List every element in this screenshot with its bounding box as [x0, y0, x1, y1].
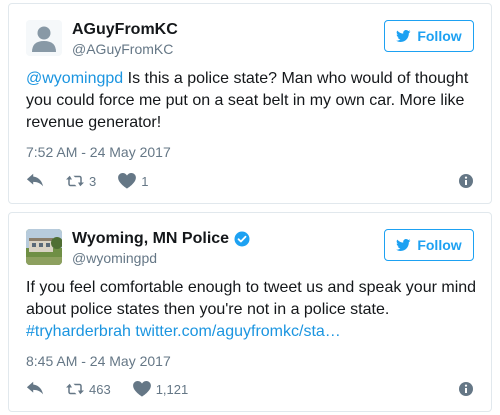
follow-label: Follow — [417, 237, 462, 253]
mention-link[interactable]: @wyomingpd — [26, 70, 123, 87]
follow-button[interactable]: Follow — [384, 229, 474, 261]
tweet-timestamp[interactable]: 7:52 AM - 24 May 2017 — [26, 144, 171, 160]
like-button[interactable]: 1 — [118, 173, 148, 189]
reply-icon — [26, 381, 44, 395]
retweet-button[interactable]: 463 — [66, 381, 111, 397]
tweet-text: @wyomingpd Is this a police state? Man w… — [26, 68, 474, 134]
tweet-card: Wyoming, MN Police @wyomingpd Follow If … — [8, 212, 492, 412]
tweet-card: AGuyFromKC @AGuyFromKC Follow @wyomingpd… — [8, 3, 492, 204]
retweet-button[interactable]: 3 — [66, 173, 96, 189]
retweet-icon — [66, 175, 84, 187]
bird-icon — [396, 30, 411, 42]
heart-icon — [132, 381, 151, 397]
retweet-count: 3 — [89, 173, 97, 189]
tweet-timestamp[interactable]: 8:45 AM - 24 May 2017 — [26, 353, 171, 369]
display-name[interactable]: AGuyFromKC — [72, 21, 178, 39]
heart-icon — [118, 173, 137, 189]
author-name[interactable]: AGuyFromKC — [72, 21, 178, 39]
follow-label: Follow — [417, 28, 462, 44]
retweet-icon — [66, 383, 84, 395]
tweet-actions: 463 1,121 — [26, 380, 474, 398]
default-avatar-icon[interactable] — [26, 20, 62, 56]
tweet-line: revenue generator! — [26, 114, 162, 131]
hashtag-link[interactable]: #tryharderbrah twitter.com/aguyfromkc/st… — [26, 321, 474, 343]
info-icon[interactable] — [458, 173, 474, 189]
info-icon[interactable] — [458, 381, 474, 397]
police-building-avatar[interactable] — [26, 229, 62, 265]
tweet-text: If you feel comfortable enough to tweet … — [26, 277, 477, 343]
like-button[interactable]: 1,121 — [132, 381, 189, 397]
reply-button[interactable] — [26, 381, 44, 397]
like-count: 1 — [141, 173, 149, 189]
follow-button[interactable]: Follow — [384, 20, 474, 52]
like-count: 1,121 — [155, 381, 189, 397]
tweet-line: @wyomingpd Is this a police state? Man w… — [26, 68, 474, 90]
tweet-actions: 3 1 — [26, 172, 474, 190]
tweet-line: you could force me put on a seat belt in… — [26, 92, 465, 109]
author-name[interactable]: Wyoming, MN Police — [72, 230, 250, 248]
reply-button[interactable] — [26, 173, 44, 189]
tweet-line-text: Is this a police state? Man who would of… — [123, 70, 469, 87]
bird-icon — [396, 239, 411, 251]
author-handle[interactable]: @AGuyFromKC — [72, 41, 173, 57]
tweet-line: about police states then you're not in a… — [26, 301, 390, 318]
tweet-line: If you feel comfortable enough to tweet … — [26, 279, 477, 296]
author-handle[interactable]: @wyomingpd — [72, 250, 157, 266]
verified-badge-icon — [234, 231, 250, 247]
retweet-count: 463 — [89, 381, 111, 397]
reply-icon — [26, 173, 44, 187]
display-name[interactable]: Wyoming, MN Police — [72, 230, 229, 248]
